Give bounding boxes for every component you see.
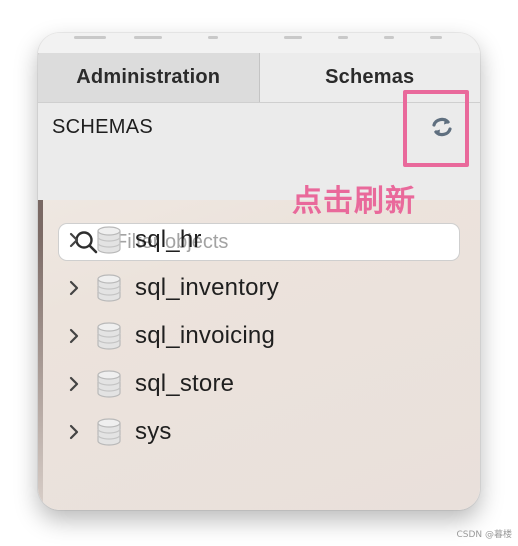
chevron-right-icon[interactable] bbox=[66, 422, 82, 442]
screenshot-canvas: Administration Schemas SCHEMAS Filter ob… bbox=[0, 0, 518, 546]
schema-name: sql_invoicing bbox=[135, 322, 276, 349]
watermark: CSDN @暮楼 bbox=[456, 530, 512, 540]
tab-schemas[interactable]: Schemas bbox=[258, 53, 480, 102]
chevron-right-icon[interactable] bbox=[66, 326, 82, 346]
schema-name: sql_inventory bbox=[135, 274, 280, 301]
chevron-right-icon[interactable] bbox=[66, 374, 82, 394]
refresh-button[interactable] bbox=[428, 113, 456, 141]
tab-bar: Administration Schemas bbox=[38, 53, 480, 103]
schema-item[interactable]: sys bbox=[66, 410, 172, 454]
database-icon bbox=[96, 225, 122, 255]
database-icon bbox=[96, 273, 122, 303]
refresh-annotation: 点击刷新 bbox=[292, 184, 416, 219]
schema-name: sys bbox=[135, 418, 172, 445]
top-strip bbox=[38, 33, 480, 53]
refresh-icon bbox=[432, 117, 452, 137]
schemas-title: SCHEMAS bbox=[52, 116, 154, 138]
chevron-right-icon[interactable] bbox=[66, 278, 82, 298]
schema-name: sql_store bbox=[135, 370, 235, 397]
database-icon bbox=[96, 369, 122, 399]
chevron-right-icon[interactable] bbox=[66, 230, 82, 250]
schema-item[interactable]: sql_store bbox=[66, 362, 234, 406]
schema-item[interactable]: sql_invoicing bbox=[66, 314, 275, 358]
tab-administration[interactable]: Administration bbox=[38, 53, 259, 102]
schema-item[interactable]: sql_inventory bbox=[66, 266, 279, 310]
database-icon bbox=[96, 321, 122, 351]
schema-item[interactable]: sql_hr bbox=[66, 218, 202, 262]
database-icon bbox=[96, 417, 122, 447]
schema-name: sql_hr bbox=[135, 226, 202, 253]
schema-navigator-panel: Administration Schemas SCHEMAS Filter ob… bbox=[38, 33, 480, 510]
